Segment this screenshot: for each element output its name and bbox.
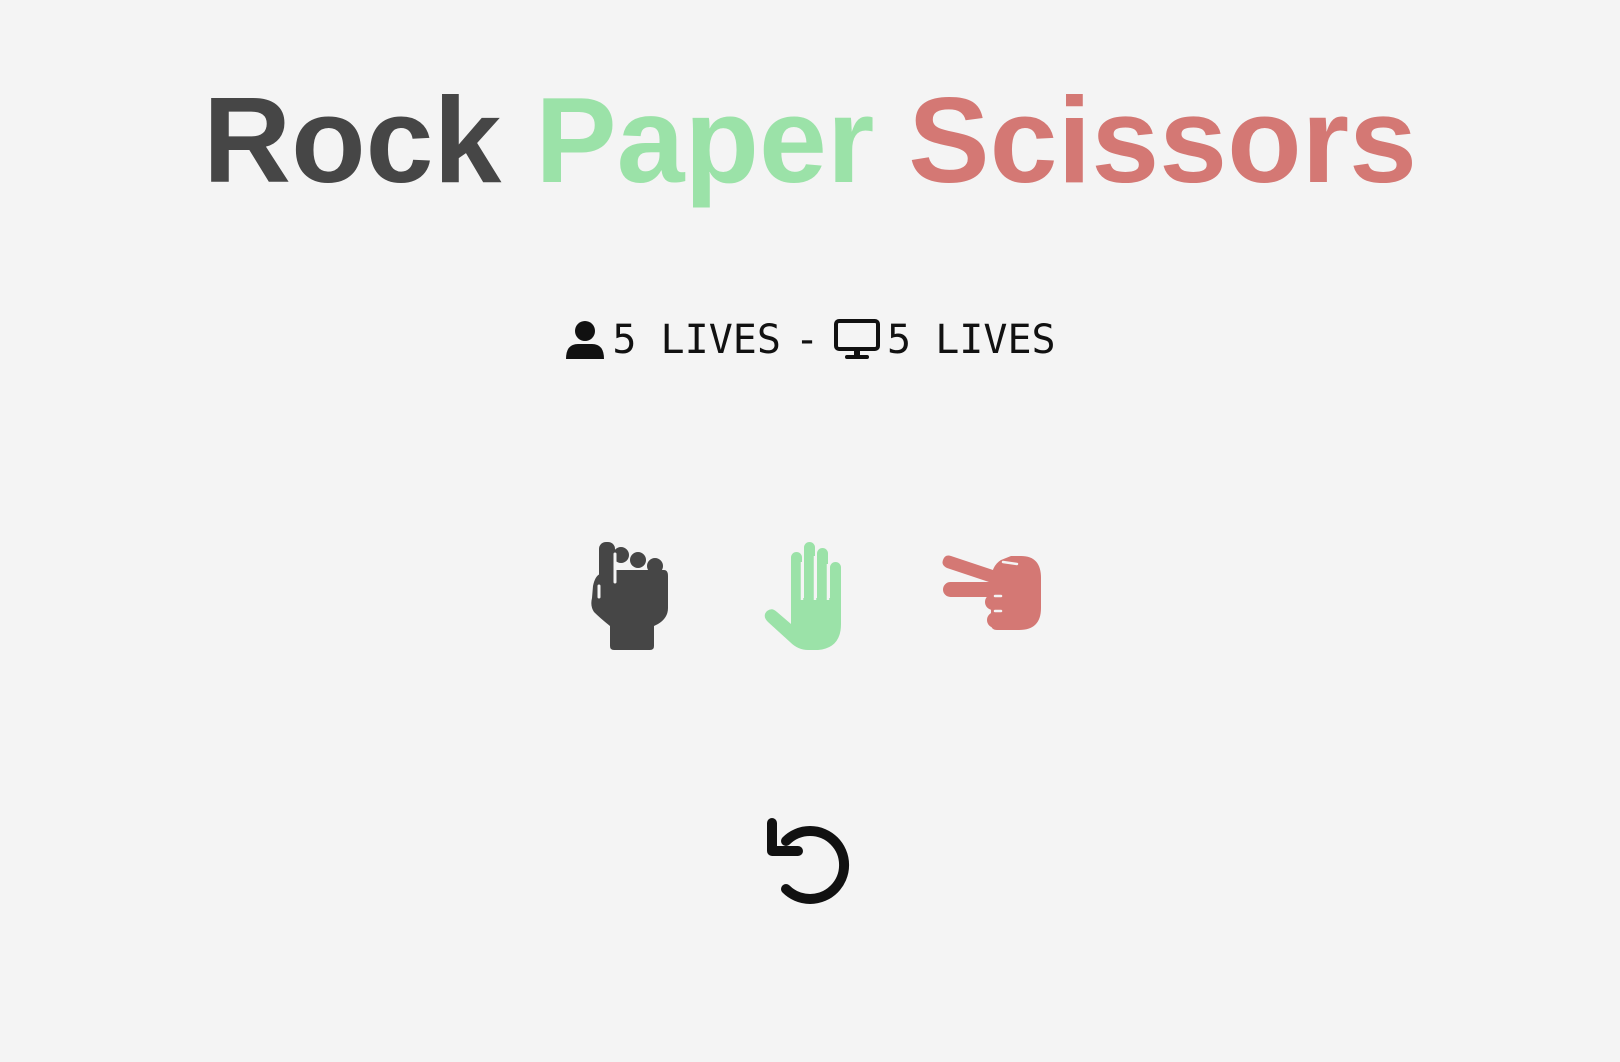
reset-button[interactable] [760, 815, 860, 915]
hand-rock-icon [576, 541, 676, 657]
user-icon [564, 319, 606, 361]
scissors-button[interactable] [939, 544, 1049, 654]
title-word-rock: Rock [203, 72, 502, 208]
choice-buttons [0, 541, 1620, 657]
computer-lives: 5 LIVES [887, 317, 1056, 363]
player-lives: 5 LIVES [612, 317, 781, 363]
desktop-icon [833, 319, 881, 361]
reset-icon [760, 813, 860, 918]
score-separator: - [794, 317, 820, 363]
lives-scoreboard: 5 LIVES - 5 LIVES [0, 316, 1620, 364]
title-word-paper: Paper [535, 72, 875, 208]
game-title: Rock Paper Scissors [0, 50, 1620, 230]
paper-button[interactable] [755, 541, 865, 657]
rock-button[interactable] [571, 541, 681, 657]
hand-paper-icon [760, 541, 860, 657]
hand-scissors-icon [939, 552, 1049, 647]
title-word-scissors: Scissors [908, 72, 1417, 208]
